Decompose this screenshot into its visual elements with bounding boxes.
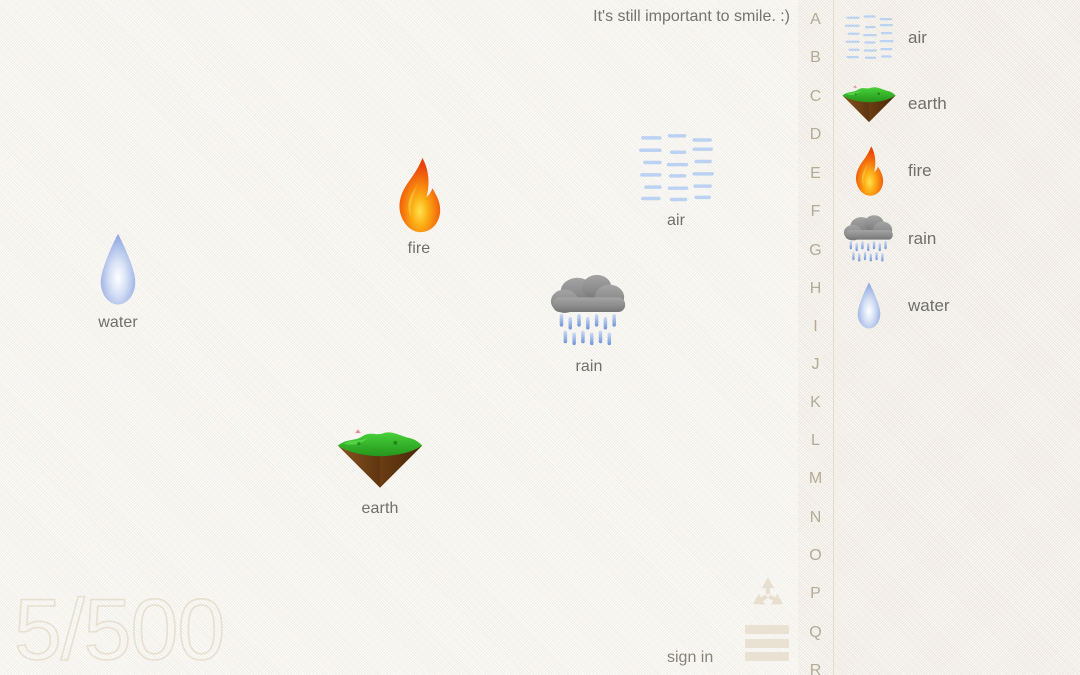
earth-island-icon <box>838 75 900 133</box>
water-droplet-icon <box>63 222 173 308</box>
board-item-label: air <box>666 212 686 229</box>
board-item-label: fire <box>407 240 431 257</box>
alpha-letter-n[interactable]: N <box>798 509 833 527</box>
sidebar-element-label: fire <box>908 161 932 180</box>
sidebar-element-label: earth <box>908 94 947 113</box>
board-item-air[interactable]: air <box>621 120 731 230</box>
alpha-letter-m[interactable]: M <box>798 470 833 488</box>
earth-island-icon <box>325 408 435 494</box>
alpha-letter-l[interactable]: L <box>798 432 833 450</box>
status-message: It's still important to smile. :) <box>593 8 790 25</box>
alpha-letter-p[interactable]: P <box>798 585 833 603</box>
alpha-letter-o[interactable]: O <box>798 547 833 565</box>
sidebar-element-label: air <box>908 28 927 47</box>
alpha-letter-f[interactable]: F <box>798 203 833 221</box>
board-item-water[interactable]: water <box>63 222 173 332</box>
air-dashes-icon <box>621 120 731 206</box>
sidebar-element-water[interactable]: water <box>834 272 1080 340</box>
sidebar-element-earth[interactable]: earth <box>834 70 1080 138</box>
menu-bar-2 <box>745 638 789 648</box>
alpha-letter-c[interactable]: C <box>798 88 833 106</box>
element-list[interactable]: air earth fire rain water <box>834 0 1080 675</box>
board-item-rain[interactable]: rain <box>534 266 644 376</box>
fire-flame-icon <box>838 142 900 200</box>
sidebar-element-rain[interactable]: rain <box>834 205 1080 273</box>
recycle-icon[interactable] <box>748 574 788 614</box>
air-dashes-icon <box>838 9 900 67</box>
board-item-earth[interactable]: earth <box>325 408 435 518</box>
alpha-letter-r[interactable]: R <box>798 662 833 675</box>
alpha-letter-g[interactable]: G <box>798 242 833 260</box>
board-item-label: rain <box>575 358 603 375</box>
sidebar-element-air[interactable]: air <box>834 4 1080 72</box>
alpha-letter-i[interactable]: I <box>798 318 833 336</box>
little-alchemy-app: It's still important to smile. :) water … <box>0 0 1080 675</box>
rain-cloud-icon <box>534 266 644 352</box>
sign-in-button[interactable]: sign in <box>667 649 713 667</box>
water-droplet-icon <box>838 277 900 335</box>
board-item-fire[interactable]: fire <box>364 148 474 258</box>
alpha-letter-a[interactable]: A <box>798 11 833 29</box>
sidebar-element-label: rain <box>908 229 937 248</box>
rain-cloud-icon <box>838 210 900 268</box>
board-item-label: earth <box>361 500 399 517</box>
workspace-board[interactable]: It's still important to smile. :) water … <box>0 0 798 675</box>
fire-flame-icon <box>364 148 474 234</box>
alpha-letter-b[interactable]: B <box>798 49 833 67</box>
alpha-letter-q[interactable]: Q <box>798 624 833 642</box>
menu-bar-1 <box>745 625 789 634</box>
element-progress-counter: 5/500 <box>13 582 226 675</box>
board-item-label: water <box>98 314 138 331</box>
alphabet-index[interactable]: A B C D E F G H I J K L M N O P Q R <box>798 0 833 675</box>
hamburger-menu-icon[interactable] <box>745 625 789 661</box>
alpha-letter-e[interactable]: E <box>798 165 833 183</box>
element-sidebar: A B C D E F G H I J K L M N O P Q R air … <box>798 0 1080 675</box>
alpha-letter-j[interactable]: J <box>798 356 833 374</box>
alpha-letter-h[interactable]: H <box>798 280 833 298</box>
alpha-letter-d[interactable]: D <box>798 126 833 144</box>
sidebar-element-label: water <box>908 296 950 315</box>
alpha-letter-k[interactable]: K <box>798 394 833 412</box>
menu-bar-3 <box>745 652 789 661</box>
sidebar-element-fire[interactable]: fire <box>834 137 1080 205</box>
